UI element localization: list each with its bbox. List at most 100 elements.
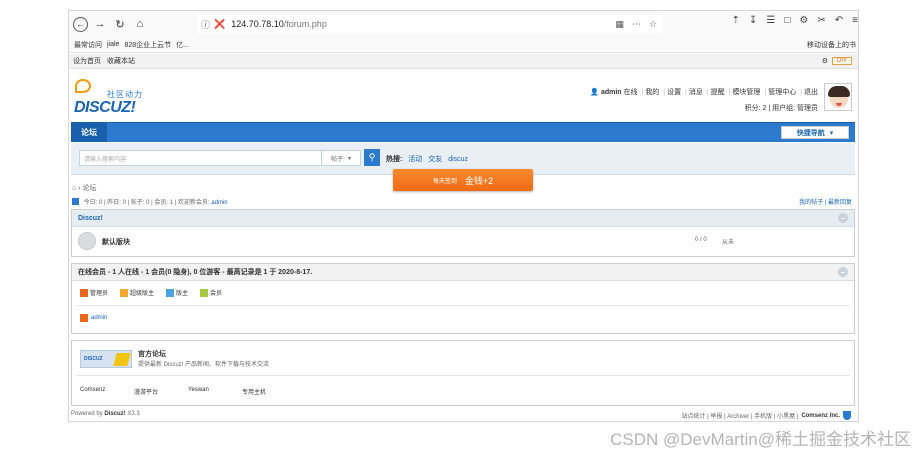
logo-mark-icon	[75, 79, 91, 93]
forum-icon	[78, 232, 96, 250]
partner-link[interactable]: 漫游平台	[134, 387, 188, 396]
bookmark-site-link[interactable]: 收藏本站	[107, 58, 135, 65]
more-icon[interactable]: ⋯	[632, 19, 641, 30]
avatar[interactable]	[824, 83, 852, 111]
hot-search-label: 热搜:	[386, 156, 403, 163]
back-icon[interactable]: ←	[73, 16, 88, 32]
library-icon[interactable]: ☰	[766, 15, 775, 26]
address-bar[interactable]: ⓘ ❌ 124.70.78.10/forum.php ▦ ⋯ ☆	[197, 15, 663, 33]
official-forum-logo[interactable]	[80, 350, 132, 368]
main-nav: 论坛 快捷导航 ▾	[71, 122, 855, 142]
usergroup-link[interactable]: 用户组: 管理员	[772, 105, 818, 112]
mod-user-icon	[166, 288, 175, 297]
set-homepage-link[interactable]: 设为首页	[73, 58, 101, 65]
partner-link[interactable]: 专用主机	[242, 387, 296, 396]
hot-search-item[interactable]: 交友	[428, 156, 442, 163]
forum-last-post: 从未	[722, 240, 735, 246]
forum-group-header: Discuz!	[72, 210, 854, 227]
quick-nav-button[interactable]: 快捷导航 ▾	[781, 126, 849, 139]
forum-count: 0 / 0	[695, 237, 707, 243]
chevron-down-icon: ▾	[829, 129, 834, 137]
breadcrumb-forum[interactable]: 论坛	[82, 185, 96, 192]
forum-group-title[interactable]: Discuz!	[78, 215, 103, 222]
undo-icon[interactable]: ↶	[835, 15, 843, 26]
messages-link[interactable]: 消息	[689, 89, 703, 96]
user-menu: 👤 admin 在线 | 我的 | 设置 | 消息 | 提醒 | 模块管理 | 管理中心 |…	[590, 89, 818, 96]
partner-link[interactable]: Comsenz	[80, 387, 134, 396]
site-topbar: 设为首页 收藏本站 ⚙ DIY	[69, 54, 858, 69]
online-user[interactable]: admin	[80, 314, 107, 322]
official-forum-title[interactable]: 官方论坛	[138, 349, 166, 359]
nav-tab-forum[interactable]: 论坛	[71, 123, 107, 142]
search-input[interactable]: 请输入搜索内容	[79, 150, 329, 166]
hot-search-item[interactable]: 活动	[408, 156, 422, 163]
download-icon[interactable]: ↧	[749, 15, 757, 26]
forward-icon[interactable]: →	[92, 16, 108, 32]
task-label: 每天签到	[432, 178, 457, 185]
shield-icon	[843, 411, 851, 420]
online-title[interactable]: 在线会员 - 1 人在线 - 1 会员(0 隐身), 0 位游客 - 最高记录是…	[78, 267, 312, 277]
logo-wordmark: DISCUZ!	[74, 99, 136, 116]
bookmark-item[interactable]: jiale	[107, 41, 119, 48]
legend-item: 超级版主	[120, 288, 154, 297]
powered-brand-link[interactable]: Discuz!	[104, 411, 125, 417]
diy-button[interactable]: DIY	[831, 57, 852, 65]
upload-icon[interactable]: ⇡	[732, 15, 740, 26]
bookmark-item[interactable]: 最常访问	[74, 40, 102, 50]
my-posts-link[interactable]: 我的帖子	[799, 200, 823, 206]
site-logo[interactable]: 社区动力 DISCUZ!	[73, 77, 163, 121]
notifications-link[interactable]: 提醒	[711, 89, 725, 96]
legend-item: 会员	[200, 288, 222, 297]
official-forum-desc: 提供最新 Discuz! 产品新闻、软件下载与技术交流	[138, 362, 270, 368]
online-legend: 管理员 超级版主 版主 会员	[80, 288, 222, 297]
supermod-user-icon	[120, 288, 129, 297]
hot-search-item[interactable]: discuz	[448, 156, 468, 163]
search-icon: ⚲	[368, 152, 376, 162]
partner-link[interactable]: Yeswan	[188, 387, 242, 396]
extension-icon[interactable]: ⚙	[799, 15, 808, 26]
bookmark-item[interactable]: 828企业上云节	[124, 40, 171, 50]
my-link[interactable]: 我的	[645, 89, 659, 96]
footer-links[interactable]: 站点统计 | 举报 | Archiver | 手机版 | 小黑屋 |	[682, 411, 799, 420]
legend-item: 版主	[166, 288, 188, 297]
module-admin-link[interactable]: 模块管理	[732, 89, 760, 96]
breadcrumb: ⌂ › 论坛	[72, 185, 97, 192]
credits-link[interactable]: 积分: 2	[745, 105, 767, 112]
mobile-bookmarks[interactable]: 移动设备上的书	[807, 40, 856, 50]
collapse-icon[interactable]	[838, 267, 848, 277]
screenshot-icon[interactable]: ✂	[817, 15, 825, 26]
online-header: 在线会员 - 1 人在线 - 1 会员(0 隐身), 0 位游客 - 最高记录是…	[72, 264, 854, 281]
menu-icon[interactable]: ≡	[852, 15, 858, 26]
forum-row: 默认版块 0 / 0 从未	[72, 227, 854, 257]
admin-center-link[interactable]: 管理中心	[768, 89, 796, 96]
settings-link[interactable]: 设置	[667, 89, 681, 96]
hot-search: 热搜: 活动 交友 discuz	[386, 154, 468, 164]
collapse-icon[interactable]	[838, 213, 848, 223]
home-icon[interactable]: ⌂	[132, 16, 148, 32]
info-icon: ⓘ	[201, 19, 211, 30]
online-box: 在线会员 - 1 人在线 - 1 会员(0 隐身), 0 位游客 - 最高记录是…	[71, 263, 855, 334]
switch-icon[interactable]: ⚙	[822, 57, 828, 65]
logout-link[interactable]: 退出	[804, 89, 818, 96]
sidebar-icon[interactable]: □	[784, 15, 790, 26]
reload-icon[interactable]: ↻	[112, 16, 128, 32]
qr-icon[interactable]: ▦	[615, 19, 624, 30]
bookmark-item[interactable]: 亿...	[176, 40, 189, 50]
forum-stats: 今日: 0 | 昨日: 0 | 帖子: 0 | 会员: 1 | 欢迎新会员: a…	[72, 197, 228, 206]
search-button[interactable]: ⚲	[364, 149, 380, 166]
star-icon[interactable]: ☆	[649, 19, 657, 30]
forum-name-link[interactable]: 默认版块	[102, 237, 130, 247]
legend-item: 管理员	[80, 288, 108, 297]
friend-links-box: 官方论坛 提供最新 Discuz! 产品新闻、软件下载与技术交流 Comsenz…	[71, 340, 855, 406]
bookmarks-bar: 最常访问 jiale 828企业上云节 亿... 移动设备上的书	[69, 37, 858, 53]
search-type-select[interactable]: 帖子 ▾	[321, 150, 361, 166]
task-banner[interactable]: 每天签到 金钱+2	[393, 169, 533, 191]
company-link[interactable]: Comsenz Inc.	[801, 413, 840, 419]
new-member-link[interactable]: admin	[211, 200, 227, 206]
task-reward: 金钱+2	[464, 175, 494, 186]
chart-icon	[72, 198, 79, 205]
latest-replies-link[interactable]: 最新回复	[828, 200, 852, 206]
username-link[interactable]: admin	[601, 89, 622, 96]
home-icon[interactable]: ⌂	[72, 185, 76, 192]
search-type-label: 帖子	[330, 156, 343, 163]
